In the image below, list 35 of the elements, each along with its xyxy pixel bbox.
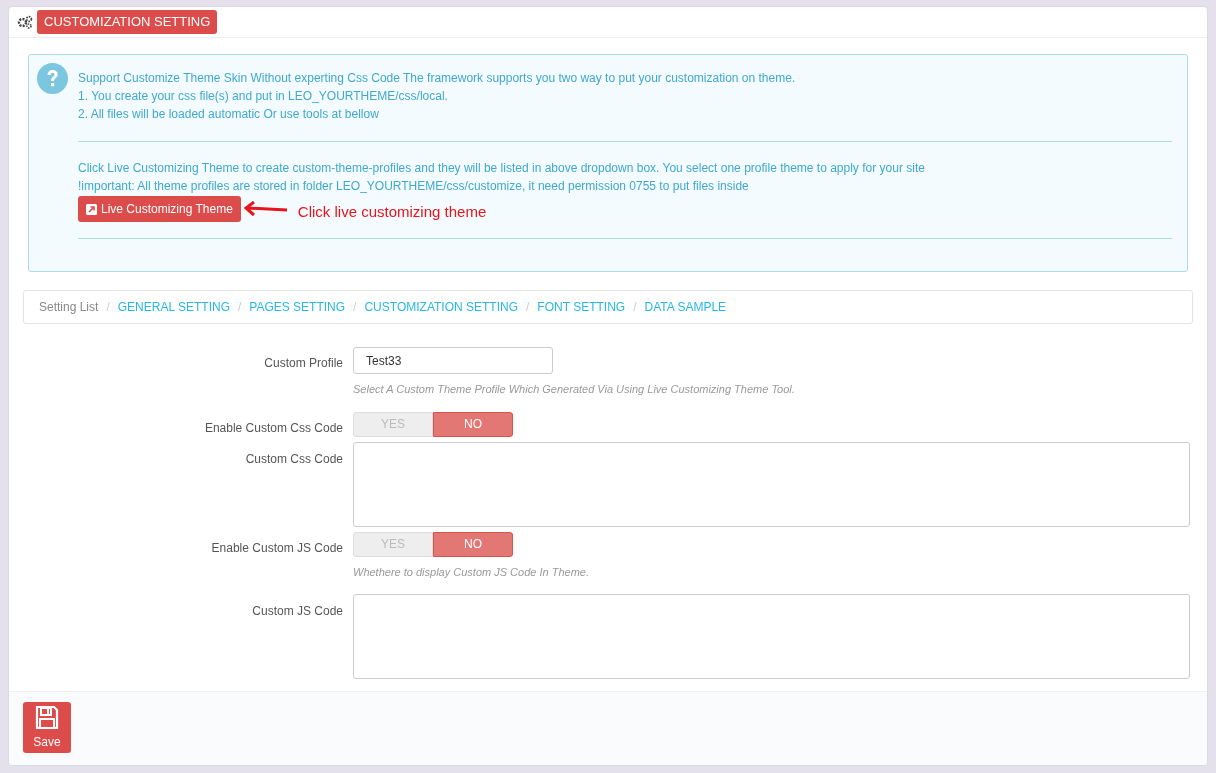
toggle-option[interactable]: NO (433, 411, 513, 437)
info-text: !important: All theme profiles are stored in folder LEO_YOURTHEME/css/customize, it need permission 0755 to put files inside (78, 178, 750, 195)
info-text: 2. All files will be loaded automatic Or use tools at bellow (78, 106, 380, 123)
info-text: 1. You create your css file(s) and put in LEO_YOURTHEME/css/local. (78, 88, 449, 105)
breadcrumb-link[interactable]: DATA SAMPLE (644, 298, 727, 316)
separator-text: / (106, 299, 110, 316)
field-label: Custom Profile (263, 355, 343, 372)
field-label: Enable Custom JS Code (210, 539, 343, 557)
separator-text: / (237, 299, 242, 316)
toggle-option[interactable]: NO (433, 531, 513, 557)
breadcrumb-link[interactable]: FONT SETTING (537, 298, 626, 316)
separator-text: / (633, 299, 637, 316)
external-link-icon (86, 203, 97, 215)
save-button[interactable]: Save (23, 702, 71, 753)
info-text: Click Live Customizing Theme to create custom-theme-profiles and they will be listed in above dropdown box. You select one profile theme to apply for your site (78, 160, 926, 177)
live-customizing-theme-button[interactable]: Live Customizing Theme (78, 196, 241, 222)
separator-text: / (526, 299, 530, 316)
breadcrumb-text: Setting List (39, 299, 99, 316)
custom-profile-field[interactable]: Test33 (353, 347, 553, 374)
breadcrumb-link[interactable]: CUSTOMIZATION SETTING (364, 298, 518, 316)
separator-text: / (353, 299, 357, 316)
annotation-text: Click live customizing theme (297, 203, 487, 221)
code-textarea[interactable] (353, 441, 1190, 527)
code-textarea[interactable] (353, 594, 1190, 679)
arrow-icon (242, 201, 289, 217)
question-icon (37, 63, 68, 94)
help-text: Select A Custom Theme Profile Which Generated Via Using Live Customizing Theme Tool. (353, 382, 795, 397)
info-text: Support Customize Theme Skin Without experting Css Code The framework supports you two way to put your customization on theme. (78, 70, 797, 87)
help-text: Whethere to display Custom JS Code In Theme. (353, 564, 589, 580)
panel-title: CUSTOMIZATION SETTING (37, 10, 218, 34)
breadcrumb-link[interactable]: PAGES SETTING (249, 298, 346, 316)
breadcrumb-link[interactable]: GENERAL SETTING (117, 298, 230, 316)
field-label: Custom JS Code (251, 603, 343, 620)
field-label: Custom Css Code (244, 450, 343, 468)
field-label: Enable Custom Css Code (203, 419, 343, 437)
